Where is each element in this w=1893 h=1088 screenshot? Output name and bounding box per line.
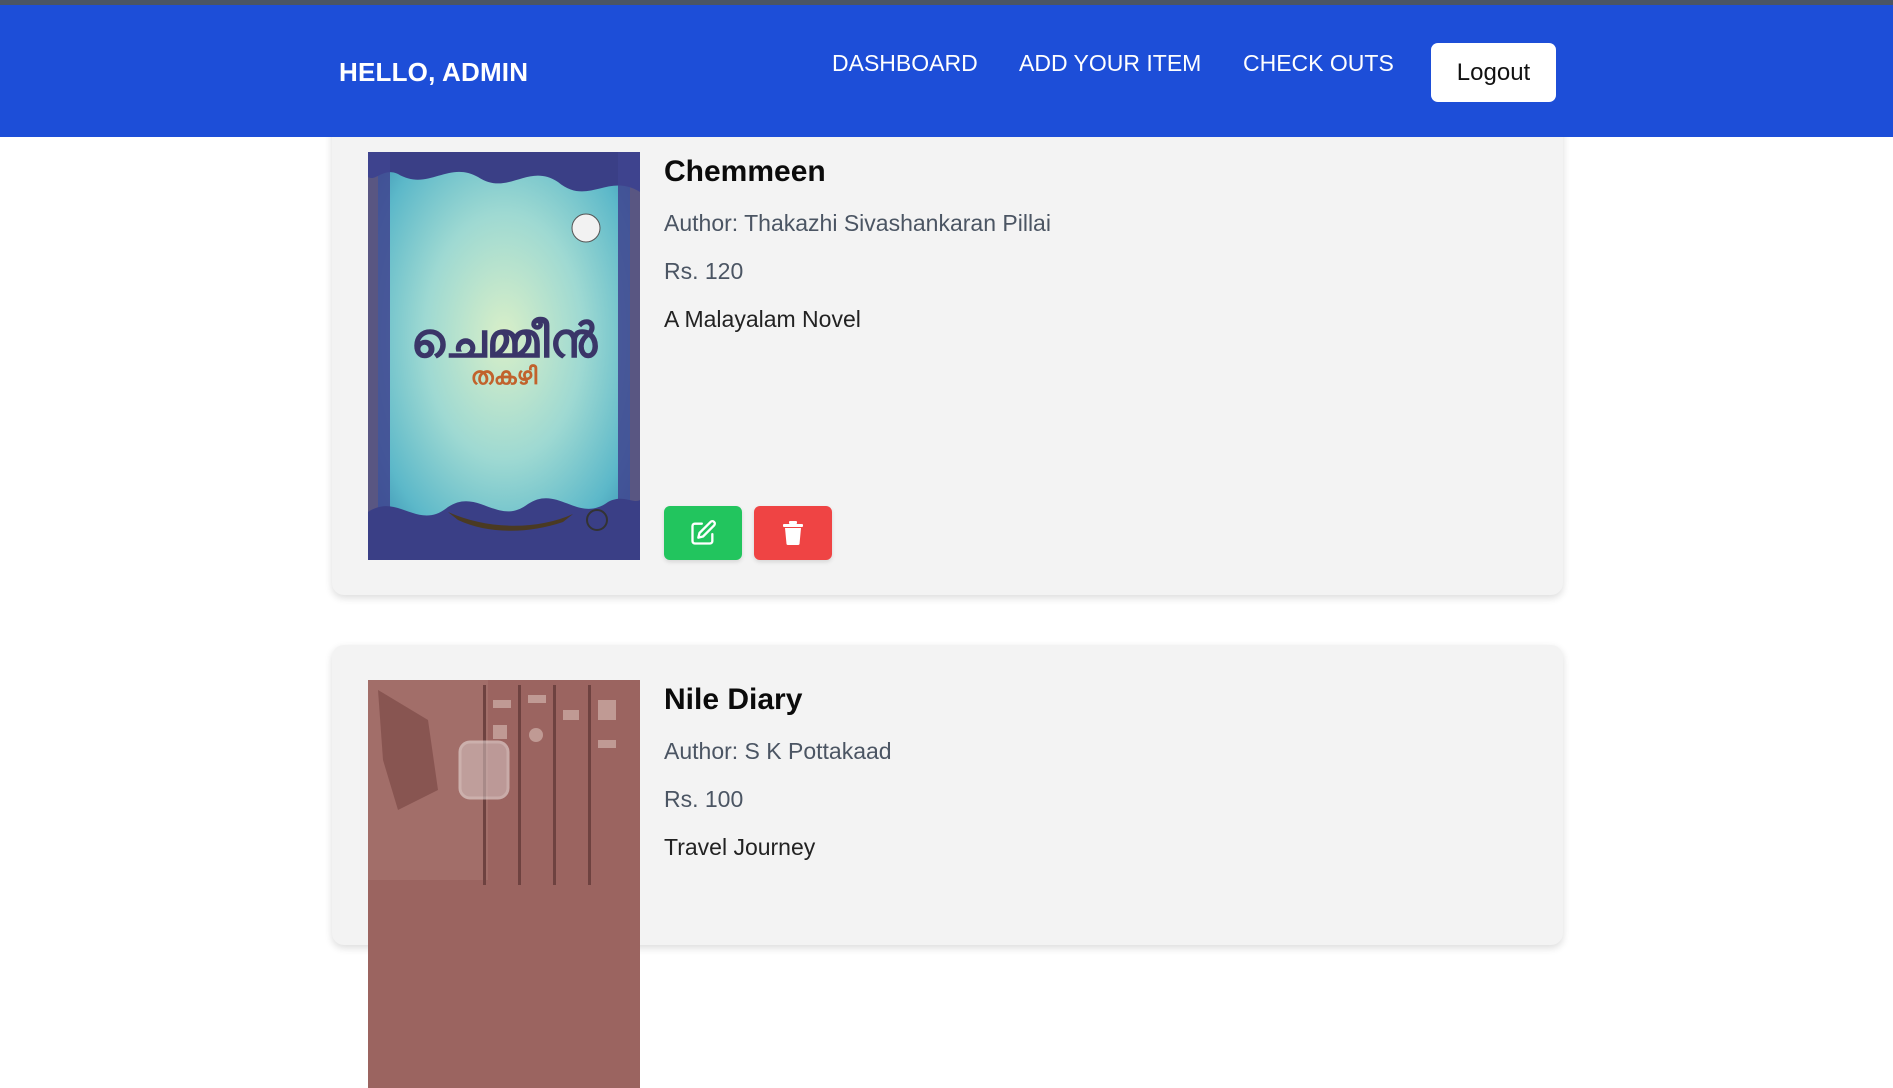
nav-dashboard[interactable]: DASHBOARD bbox=[832, 50, 978, 77]
book-description: Travel Journey bbox=[664, 834, 816, 860]
book-price: Rs. 120 bbox=[664, 258, 744, 284]
book-cover-image: ചെമ്മീൻ തകഴി bbox=[368, 152, 640, 560]
book-description: A Malayalam Novel bbox=[664, 306, 861, 332]
book-title: Nile Diary bbox=[664, 683, 803, 716]
delete-button[interactable] bbox=[754, 506, 832, 560]
book-author: Author: S K Pottakaad bbox=[664, 738, 892, 764]
nav-add-your-item[interactable]: ADD YOUR ITEM bbox=[1019, 50, 1201, 77]
book-title: Chemmeen bbox=[664, 155, 826, 188]
cover-author-text: തകഴി bbox=[471, 362, 538, 390]
trash-icon bbox=[783, 521, 803, 545]
cover-title-text: ചെമ്മീൻ bbox=[411, 313, 599, 369]
nav-check-outs[interactable]: CHECK OUTS bbox=[1243, 50, 1394, 77]
book-card: ചെമ്മീൻ തകഴി Chemmeen Author: Thakazhi S… bbox=[332, 107, 1563, 595]
admin-greeting: HELLO, ADMIN bbox=[339, 57, 529, 87]
edit-icon bbox=[691, 520, 716, 545]
edit-button[interactable] bbox=[664, 506, 742, 560]
book-cover-image bbox=[368, 680, 640, 1088]
book-card: Nile Diary Author: S K Pottakaad Rs. 100… bbox=[332, 645, 1563, 1088]
book-price: Rs. 100 bbox=[664, 786, 744, 812]
logout-button[interactable]: Logout bbox=[1431, 43, 1556, 102]
navbar: HELLO, ADMIN DASHBOARD ADD YOUR ITEM CHE… bbox=[0, 5, 1893, 137]
book-author: Author: Thakazhi Sivashankaran Pillai bbox=[664, 210, 1051, 236]
